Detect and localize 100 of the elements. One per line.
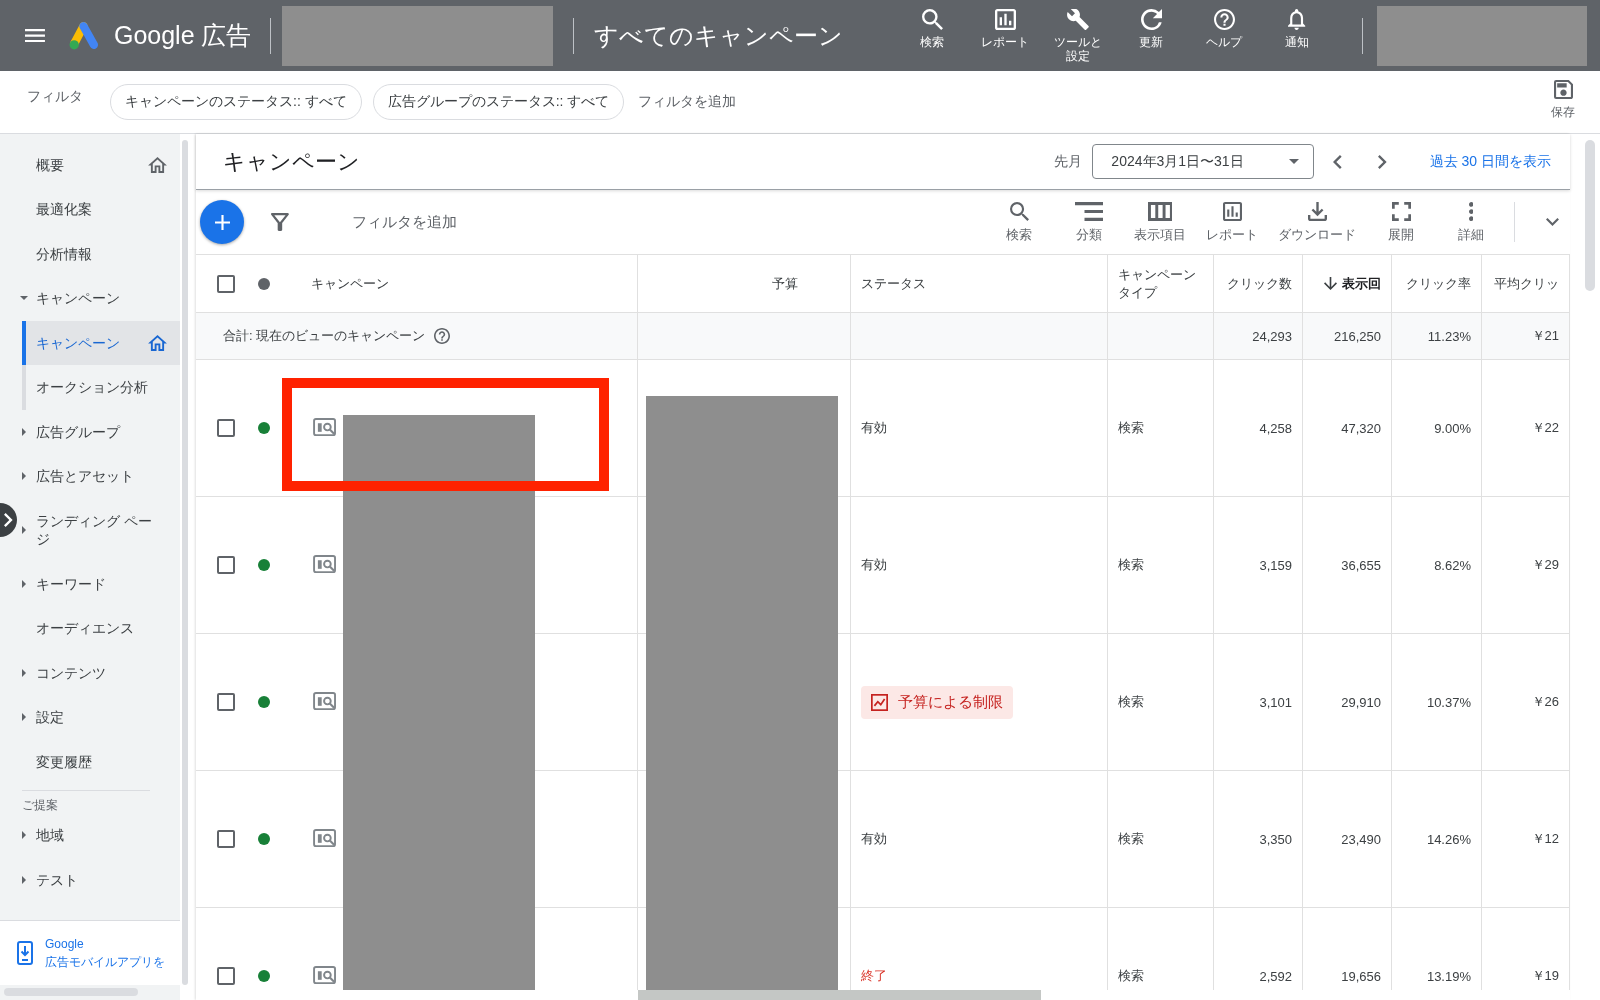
date-range-dropdown[interactable]: 2024年3月1日〜31日: [1092, 144, 1315, 179]
collapse-handle[interactable]: [0, 503, 17, 537]
bell-icon: [1288, 9, 1306, 30]
sidebar-item[interactable]: 設定: [18, 695, 180, 740]
more-button[interactable]: 詳細: [1436, 202, 1507, 242]
sidebar-item[interactable]: オーディエンス: [18, 606, 180, 651]
columns-icon: [1147, 202, 1173, 221]
select-all-checkbox[interactable]: [217, 274, 235, 293]
metric-value: 8.62%: [1434, 557, 1471, 573]
sidebar-item[interactable]: キャンペーン: [22, 320, 180, 365]
chevron-down-icon[interactable]: [1546, 218, 1559, 226]
card-search-icon: [313, 692, 338, 712]
column-header[interactable]: 予算: [772, 274, 798, 293]
period-label: 先月: [1054, 152, 1083, 171]
metric-value: 36,655: [1341, 557, 1381, 573]
status-text: 有効: [861, 419, 887, 437]
download-button[interactable]: ダウンロード: [1268, 202, 1367, 242]
recent-days-link[interactable]: 過去 30 日間を表示: [1429, 152, 1551, 171]
vertical-scrollbar[interactable]: [1585, 140, 1595, 291]
app-promo-link[interactable]: Google 広告モバイルアプリを: [0, 920, 180, 985]
sidebar-item[interactable]: コンテンツ: [18, 650, 180, 695]
card-search-icon: [313, 966, 338, 986]
filter-icon[interactable]: [271, 213, 289, 231]
column-header[interactable]: キャンペーンタイプ: [1118, 265, 1198, 302]
add-button[interactable]: [200, 200, 244, 244]
campaign-type-text: 検索: [1118, 556, 1144, 574]
column-header[interactable]: 平均クリッ: [1494, 274, 1559, 293]
fullscreen-icon: [1391, 202, 1411, 221]
metric-value: 3,101: [1259, 694, 1292, 710]
save-button[interactable]: 保存: [1551, 71, 1575, 119]
phone-download-icon: [17, 941, 33, 965]
notifications-button[interactable]: 通知: [1264, 9, 1330, 63]
chart-icon: [871, 693, 888, 711]
logo-icon: [68, 21, 98, 50]
search-icon: [1009, 202, 1029, 221]
card-search-icon: [313, 829, 338, 849]
sidebar-item[interactable]: 概要: [18, 142, 180, 187]
section-title: キャンペーン: [223, 147, 360, 176]
refresh-button[interactable]: 更新: [1118, 9, 1184, 63]
columns-button[interactable]: 表示項目: [1124, 202, 1197, 242]
card-search-icon: [313, 555, 338, 575]
menu-icon[interactable]: [25, 28, 45, 43]
metric-value: 19,656: [1341, 968, 1381, 984]
sidebar-item[interactable]: 変更履歴: [18, 739, 180, 784]
plus-icon: [214, 214, 230, 230]
vertical-scrollbar[interactable]: [182, 140, 188, 985]
status-header-icon: [258, 277, 270, 290]
metric-value: ￥19: [1531, 967, 1559, 985]
search-button[interactable]: 検索: [984, 202, 1055, 242]
row-checkbox[interactable]: [217, 693, 235, 711]
report-button[interactable]: レポート: [1196, 202, 1269, 242]
help-button[interactable]: ヘルプ: [1191, 9, 1257, 63]
column-header[interactable]: 表示回: [1324, 274, 1381, 293]
segment-button[interactable]: 分類: [1054, 202, 1125, 242]
metric-value: 13.19%: [1426, 968, 1471, 984]
row-checkbox[interactable]: [217, 830, 235, 848]
row-checkbox[interactable]: [217, 556, 235, 574]
column-header[interactable]: ステータス: [861, 274, 926, 293]
column-header[interactable]: キャンペーン: [311, 274, 389, 293]
column-header[interactable]: クリック数: [1227, 274, 1292, 293]
metric-value: 4,258: [1259, 420, 1292, 436]
sidebar-item[interactable]: キャンペーン: [18, 276, 180, 321]
horizontal-scrollbar[interactable]: [638, 990, 1041, 1000]
chevron-right-icon: [4, 513, 13, 527]
metric-value: ￥26: [1531, 693, 1559, 711]
metric-value: ￥21: [1531, 327, 1559, 345]
report-button[interactable]: レポート: [972, 9, 1038, 63]
refresh-icon: [1140, 9, 1162, 30]
sidebar-item[interactable]: テスト: [18, 857, 180, 902]
filter-chip[interactable]: 広告グループのステータス:: すべて: [372, 84, 625, 120]
metric-value: 24,293: [1252, 328, 1292, 344]
metric-value: ￥29: [1531, 556, 1559, 574]
brand-name: Google 広告: [113, 20, 252, 51]
sidebar-item[interactable]: 広告グループ: [18, 409, 180, 454]
row-checkbox[interactable]: [217, 419, 235, 437]
totals-label: 合計: 現在のビューのキャンペーン: [223, 327, 426, 345]
campaign-type-text: 検索: [1118, 830, 1144, 848]
sidebar-item[interactable]: 広告とアセット: [18, 454, 180, 499]
add-filter-button[interactable]: フィルタを追加: [351, 212, 457, 232]
expand-button[interactable]: 展開: [1366, 202, 1437, 242]
sidebar-item[interactable]: 地域: [18, 813, 180, 858]
card-search-icon: [313, 418, 338, 438]
search-button[interactable]: 検索: [899, 9, 965, 63]
add-filter-button[interactable]: フィルタを追加: [638, 93, 737, 111]
filter-chip[interactable]: キャンペーンのステータス:: すべて: [110, 84, 362, 120]
campaign-type-text: 検索: [1118, 693, 1144, 711]
filter-label: フィルタ: [27, 88, 83, 106]
arrow-down-icon: [1324, 277, 1337, 290]
help-icon[interactable]: [434, 328, 451, 344]
chevron-right-icon[interactable]: [1378, 154, 1387, 169]
row-checkbox[interactable]: [217, 967, 235, 985]
sidebar-item[interactable]: 最適化案: [18, 187, 180, 232]
tools-button[interactable]: ツールと設定: [1045, 9, 1111, 63]
campaign-type-text: 検索: [1118, 419, 1144, 437]
column-header[interactable]: クリック率: [1406, 274, 1471, 293]
sidebar-item[interactable]: 分析情報: [18, 231, 180, 276]
sidebar-item[interactable]: キーワード: [18, 561, 180, 606]
chevron-left-icon[interactable]: [1333, 154, 1342, 169]
sidebar-item[interactable]: ランディング ページ: [18, 498, 180, 562]
save-icon: [1553, 80, 1573, 99]
